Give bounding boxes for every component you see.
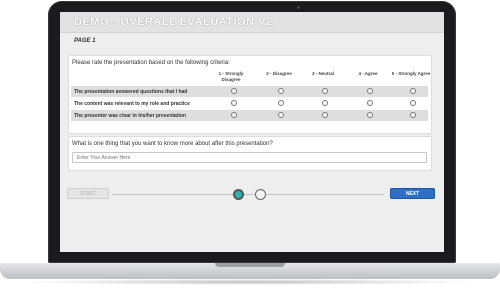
rating-row: The presenter was clear in his/her prese… [71, 110, 428, 121]
scale-header: 2 - Disagree [266, 71, 292, 76]
progress-track [112, 194, 384, 195]
page-dot[interactable] [255, 189, 266, 200]
answer-input[interactable] [72, 152, 427, 163]
start-button[interactable]: START [67, 188, 109, 199]
scale-header: 4 - Agree [358, 71, 378, 76]
radio-option[interactable] [231, 112, 237, 118]
radio-option[interactable] [410, 112, 416, 118]
statement-label: The content was relevant to my role and … [74, 101, 190, 107]
open-question-card: What is one thing that you want to know … [68, 136, 432, 171]
next-button[interactable]: NEXT [390, 188, 435, 199]
radio-option[interactable] [278, 88, 284, 94]
rating-question-prompt: Please rate the presentation based on th… [72, 60, 230, 66]
laptop-shadow [20, 279, 480, 285]
page-dot-current[interactable] [233, 189, 244, 200]
radio-option[interactable] [367, 112, 373, 118]
camera-icon [297, 6, 300, 9]
laptop-notch [215, 263, 285, 267]
rating-question-card: Please rate the presentation based on th… [68, 55, 432, 134]
radio-option[interactable] [322, 100, 328, 106]
radio-option[interactable] [410, 100, 416, 106]
radio-option[interactable] [367, 100, 373, 106]
radio-option[interactable] [322, 112, 328, 118]
radio-option[interactable] [367, 88, 373, 94]
radio-option[interactable] [278, 112, 284, 118]
survey-title: DEMO - OVERALL EVALUATION V2 [74, 16, 273, 28]
page-label: PAGE 1 [74, 38, 96, 44]
radio-option[interactable] [278, 100, 284, 106]
rating-row: The presentation answered questions that… [71, 86, 428, 97]
survey-screen: DEMO - OVERALL EVALUATION V2 PAGE 1 Plea… [60, 12, 444, 252]
statement-label: The presenter was clear in his/her prese… [74, 113, 186, 119]
radio-option[interactable] [231, 88, 237, 94]
radio-option[interactable] [410, 88, 416, 94]
radio-option[interactable] [231, 100, 237, 106]
statement-label: The presentation answered questions that… [74, 89, 188, 95]
open-question-prompt: What is one thing that you want to know … [72, 141, 273, 147]
rating-row: The content was relevant to my role and … [71, 98, 428, 109]
survey-header: DEMO - OVERALL EVALUATION V2 [60, 12, 444, 33]
scale-header: 1 - Strongly Disagree [218, 71, 244, 82]
scale-header: 3 - Neutral [311, 71, 334, 76]
radio-option[interactable] [322, 88, 328, 94]
scale-header: 5 - Strongly Agree [391, 71, 431, 76]
